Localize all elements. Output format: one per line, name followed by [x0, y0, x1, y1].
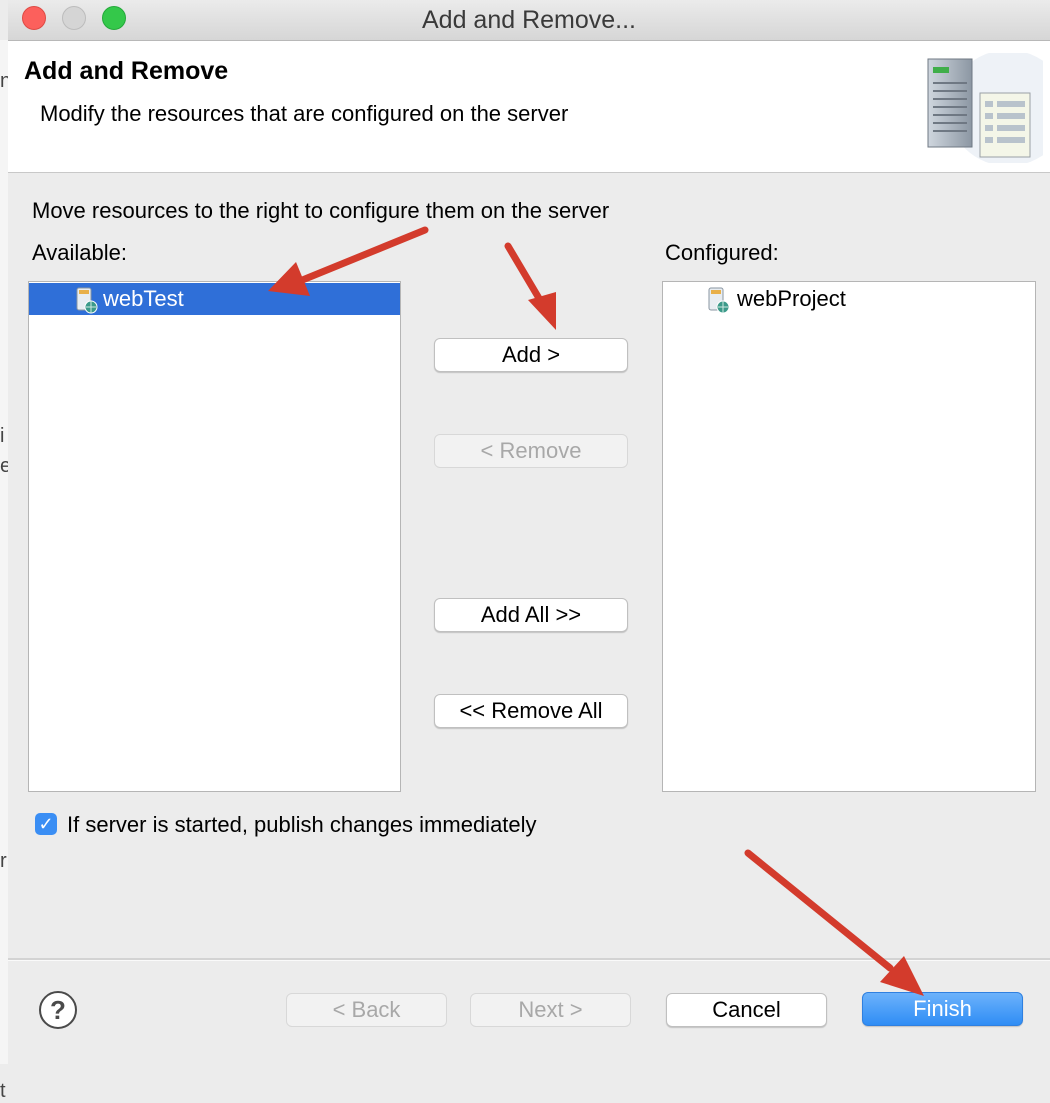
list-item-webproject[interactable]: webProject — [663, 283, 1035, 315]
background-text-fragment: i — [0, 425, 5, 447]
available-label: Available: — [32, 240, 127, 265]
next-button[interactable]: Next > — [470, 993, 631, 1027]
page-description: Modify the resources that are configured… — [40, 101, 569, 126]
list-item-webtest[interactable]: webTest — [29, 283, 400, 315]
remove-all-button[interactable]: << Remove All — [434, 694, 628, 728]
help-icon[interactable]: ? — [39, 991, 77, 1029]
web-project-icon — [708, 287, 730, 314]
server-illustration-icon — [927, 53, 1043, 163]
remove-button[interactable]: < Remove — [434, 434, 628, 468]
window-title: Add and Remove... — [421, 6, 636, 34]
web-project-icon — [76, 287, 98, 314]
available-list[interactable]: webTest — [28, 281, 401, 792]
publish-checkbox-label[interactable]: If server is started, publish changes im… — [67, 812, 537, 838]
background-text-fragment: t — [0, 1080, 6, 1102]
background-text-fragment: r — [0, 850, 7, 872]
list-item-label: webTest — [103, 286, 184, 311]
add-all-button[interactable]: Add All >> — [434, 598, 628, 632]
add-button[interactable]: Add > — [434, 338, 628, 372]
instruction-text: Move resources to the right to configure… — [32, 198, 610, 223]
back-button[interactable]: < Back — [286, 993, 447, 1027]
footer-separator — [8, 958, 1050, 961]
cancel-button[interactable]: Cancel — [666, 993, 827, 1027]
finish-button[interactable]: Finish — [862, 992, 1023, 1026]
page-title: Add and Remove — [24, 57, 229, 85]
configured-label: Configured: — [665, 240, 779, 265]
configured-list[interactable]: webProject — [662, 281, 1036, 792]
add-remove-dialog: Add and Remove... Add and Remove Modify … — [8, 0, 1050, 1064]
wizard-banner: Add and Remove Modify the resources that… — [8, 41, 1050, 173]
title-bar: Add and Remove... — [8, 0, 1050, 41]
list-item-label: webProject — [737, 286, 846, 311]
publish-checkbox[interactable]: ✓ — [35, 813, 57, 835]
